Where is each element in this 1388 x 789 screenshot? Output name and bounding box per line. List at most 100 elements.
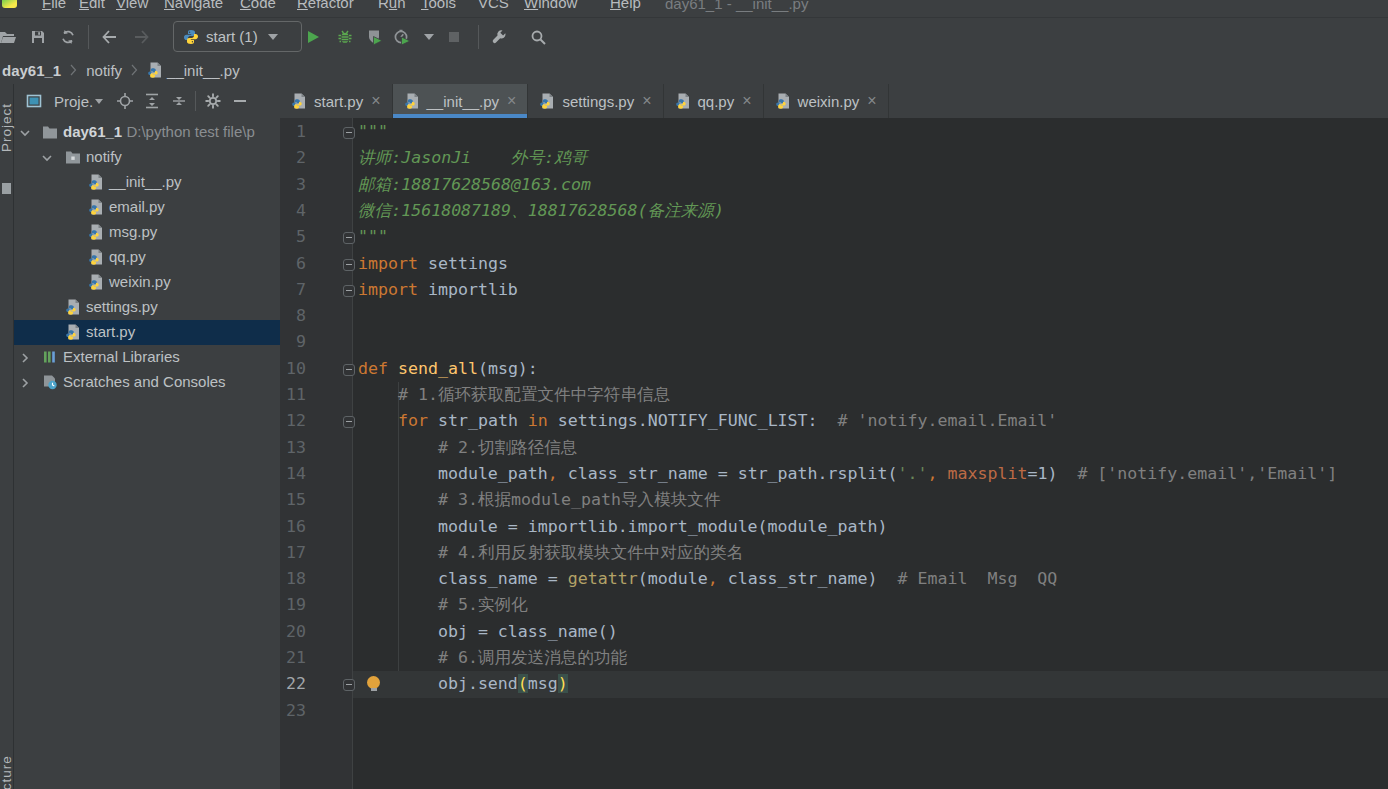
hide-panel-icon[interactable] bbox=[226, 88, 253, 114]
line-number: 1 bbox=[280, 119, 306, 145]
tree-item-day61_1[interactable]: day61_1 D:\python test file\p bbox=[13, 120, 280, 145]
close-icon[interactable]: × bbox=[371, 93, 380, 109]
fold-marker[interactable] bbox=[343, 416, 355, 428]
close-icon[interactable]: × bbox=[642, 93, 651, 109]
tool-button-structure[interactable]: Structure bbox=[0, 755, 14, 789]
tab-weixin.py[interactable]: weixin.py× bbox=[764, 84, 889, 118]
breadcrumb-project[interactable]: day61_1 bbox=[2, 62, 61, 79]
menu-run[interactable]: Run bbox=[378, 0, 406, 13]
python-file-icon bbox=[291, 93, 307, 109]
line-number: 10 bbox=[280, 356, 306, 382]
tree-item-settings.py[interactable]: settings.py bbox=[13, 295, 280, 320]
tree-item-external-libraries[interactable]: External Libraries bbox=[13, 345, 280, 370]
chevron-right-icon[interactable] bbox=[18, 351, 32, 369]
fold-marker[interactable] bbox=[343, 364, 355, 376]
project-tree: day61_1 D:\python test file\pnotify__ini… bbox=[13, 118, 281, 789]
line-number: 20 bbox=[280, 619, 306, 645]
collapse-all-icon[interactable] bbox=[165, 88, 192, 114]
line-number: 18 bbox=[280, 566, 306, 592]
code-line-18: class_name = getattr(module, class_str_n… bbox=[358, 566, 1057, 592]
expand-all-icon[interactable] bbox=[138, 88, 165, 114]
tool-button-project[interactable]: Project bbox=[0, 103, 14, 152]
forward-icon[interactable] bbox=[134, 18, 150, 56]
breadcrumb-package[interactable]: notify bbox=[86, 62, 122, 79]
code-line-6: import settings bbox=[358, 251, 508, 277]
sync-icon[interactable] bbox=[60, 18, 76, 56]
line-number: 7 bbox=[280, 277, 306, 303]
tree-item-notify[interactable]: notify bbox=[13, 145, 280, 170]
editor[interactable]: """讲师:JasonJi 外号:鸡哥邮箱:18817628568@163.co… bbox=[353, 118, 1388, 789]
menu-help[interactable]: Help bbox=[610, 0, 641, 13]
back-icon[interactable] bbox=[101, 18, 117, 56]
locate-file-icon[interactable] bbox=[111, 88, 138, 114]
menu-tools[interactable]: Tools bbox=[421, 0, 456, 13]
chevron-down-icon[interactable] bbox=[18, 126, 32, 144]
line-number: 11 bbox=[280, 382, 306, 408]
project-view-icon[interactable] bbox=[20, 88, 47, 114]
tab-start.py[interactable]: start.py× bbox=[280, 84, 393, 118]
stop-icon[interactable] bbox=[446, 18, 462, 56]
run-config-selector[interactable]: start (1) bbox=[173, 21, 302, 52]
menu-navigate[interactable]: Navigate bbox=[164, 0, 223, 13]
code-line-3: 邮箱:18817628568@163.com bbox=[358, 172, 591, 198]
debug-icon[interactable] bbox=[337, 18, 353, 56]
menu-file[interactable]: File bbox=[42, 0, 66, 13]
fold-marker[interactable] bbox=[343, 259, 355, 271]
code-line-20: obj = class_name() bbox=[358, 619, 618, 645]
tree-item-start.py[interactable]: start.py bbox=[13, 320, 280, 345]
chevron-down-icon[interactable] bbox=[95, 99, 103, 104]
fold-marker[interactable] bbox=[343, 232, 355, 244]
menu-edit[interactable]: Edit bbox=[79, 0, 105, 13]
tree-item-msg.py[interactable]: msg.py bbox=[13, 220, 280, 245]
tree-item-weixin.py[interactable]: weixin.py bbox=[13, 270, 280, 295]
menu-view[interactable]: View bbox=[116, 0, 148, 13]
run-coverage-icon[interactable] bbox=[366, 18, 382, 56]
close-icon[interactable]: × bbox=[867, 93, 876, 109]
libs-icon bbox=[42, 349, 58, 369]
gear-icon[interactable] bbox=[199, 88, 226, 114]
breadcrumb-file[interactable]: __init__.py bbox=[167, 62, 240, 79]
menu-window[interactable]: Window bbox=[524, 0, 577, 13]
tab-__init__.py[interactable]: __init__.py× bbox=[393, 84, 529, 118]
toolbar-separator bbox=[88, 25, 89, 49]
line-number: 14 bbox=[280, 461, 306, 487]
tab-settings.py[interactable]: settings.py× bbox=[528, 84, 663, 118]
menu-refactor[interactable]: Refactor bbox=[297, 0, 354, 13]
chevron-right-icon[interactable] bbox=[18, 376, 32, 394]
open-folder-icon[interactable] bbox=[0, 18, 16, 56]
search-icon[interactable] bbox=[530, 18, 546, 56]
fold-marker[interactable] bbox=[343, 285, 355, 297]
fold-marker[interactable] bbox=[343, 679, 355, 691]
save-icon[interactable] bbox=[30, 18, 46, 56]
profiler-dropdown-icon[interactable] bbox=[424, 18, 434, 56]
main-toolbar: start (1) bbox=[0, 17, 1388, 58]
menu-code[interactable]: Code bbox=[240, 0, 276, 13]
tab-qq.py[interactable]: qq.py× bbox=[664, 84, 764, 118]
close-icon[interactable]: × bbox=[507, 93, 516, 109]
run-icon[interactable] bbox=[305, 18, 321, 56]
tree-item-email.py[interactable]: email.py bbox=[13, 195, 280, 220]
close-icon[interactable]: × bbox=[742, 93, 751, 109]
py-icon bbox=[65, 324, 81, 344]
separator bbox=[195, 91, 196, 111]
code-line-5: """ bbox=[358, 224, 388, 250]
tree-item-__init__.py[interactable]: __init__.py bbox=[13, 170, 280, 195]
fold-marker[interactable] bbox=[343, 127, 355, 139]
line-number: 15 bbox=[280, 487, 306, 513]
header-row: Proje. start.py×__init__.py×settings.py×… bbox=[0, 84, 1388, 119]
stripe-icon[interactable] bbox=[2, 183, 11, 194]
profiler-icon[interactable] bbox=[394, 18, 410, 56]
code-line-19: # 5.实例化 bbox=[358, 592, 528, 618]
line-number: 4 bbox=[280, 198, 306, 224]
menu-vcs[interactable]: VCS bbox=[478, 0, 509, 13]
project-panel-title[interactable]: Proje. bbox=[54, 93, 93, 110]
scratch-icon bbox=[42, 374, 58, 394]
code-line-1: """ bbox=[358, 119, 388, 145]
py-icon bbox=[65, 299, 81, 319]
wrench-icon[interactable] bbox=[491, 18, 507, 56]
tree-item-scratches-and-consoles[interactable]: Scratches and Consoles bbox=[13, 370, 280, 395]
tree-item-qq.py[interactable]: qq.py bbox=[13, 245, 280, 270]
code-line-16: module = importlib.import_module(module_… bbox=[358, 514, 888, 540]
chevron-down-icon[interactable] bbox=[40, 151, 54, 169]
window-title: day61_1 - __init__.py bbox=[665, 0, 808, 14]
